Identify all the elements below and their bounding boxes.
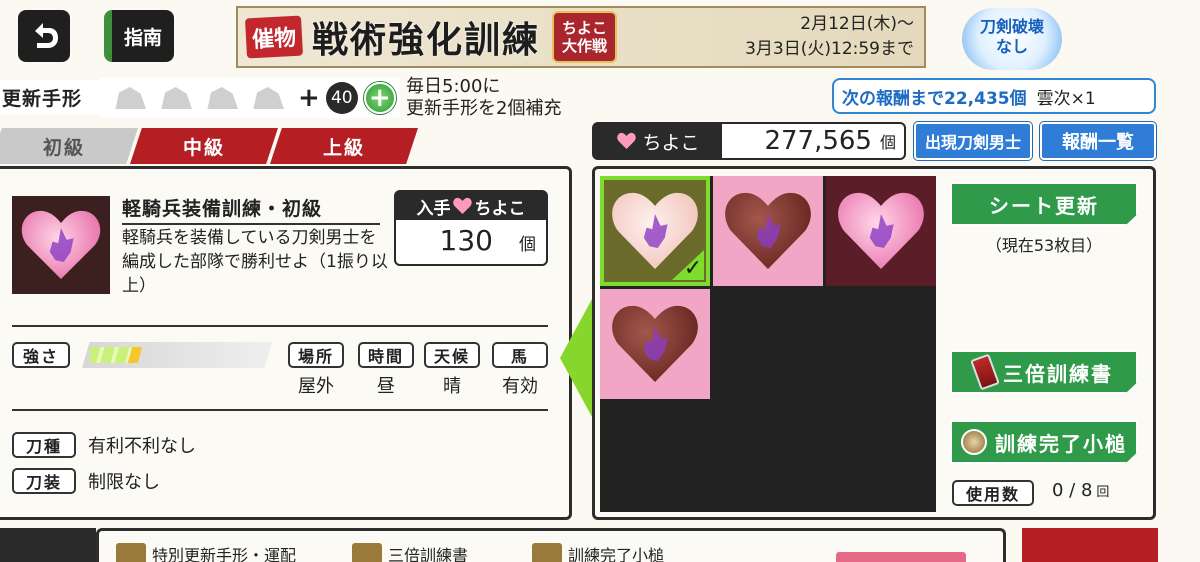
next-reward-item: 雲次×1 [1036, 88, 1096, 109]
hammer-icon [961, 429, 987, 455]
divider [12, 409, 548, 411]
scroll-icon [970, 353, 1000, 391]
usage-count: 0 / 8回 [1052, 480, 1110, 501]
chocolate-heart-icon [611, 304, 699, 384]
completion-hammer-button[interactable]: 訓練完了小槌 [950, 420, 1138, 464]
next-reward-info: 次の報酬まで22,435個 雲次×1 [832, 78, 1156, 114]
sword-type-value: 有利不利なし [88, 436, 196, 457]
sheet-count-note: （現在53枚目） [985, 236, 1103, 255]
flame-icon [754, 214, 782, 248]
strength-tag: 強さ [12, 342, 70, 368]
bottom-item-hammer[interactable]: 訓練完了小槌 [532, 542, 664, 562]
equipment-tag: 刀装 [12, 468, 76, 494]
banner-tag: 催物 [244, 15, 304, 59]
tab-advanced[interactable]: 上級 [270, 128, 418, 164]
guide-button[interactable]: 指南 [104, 10, 174, 62]
sheet-cell-2[interactable] [713, 176, 823, 286]
ticket-icon [161, 87, 192, 109]
scroll-item-icon [352, 543, 382, 562]
condition-horse-tag: 馬 [492, 342, 548, 368]
banner-subtitle: ちよこ 大作戦 [552, 11, 618, 63]
divider [12, 325, 548, 327]
renewal-note: 毎日5:00に 更新手形を2個補充 [406, 76, 562, 119]
mission-icon [12, 196, 110, 294]
check-icon: ✓ [672, 250, 704, 280]
condition-time-tag: 時間 [358, 342, 414, 368]
chocolate-counter: ちよこ 277,565 個 [592, 122, 906, 160]
pink-heart-icon [837, 191, 925, 271]
usage-tag: 使用数 [952, 480, 1034, 506]
flame-icon [641, 327, 669, 361]
mission-description: 軽騎兵を装備している刀剣男士を編成した部隊で勝利せよ（1振り以上） [122, 228, 388, 296]
sheet-cell-4[interactable] [600, 289, 710, 399]
light-heart-icon [611, 191, 699, 271]
reward-header: 入手 ちよこ [396, 192, 546, 220]
hammer-item-icon [532, 543, 562, 562]
sheet-cell-1[interactable]: ✓ [600, 176, 710, 286]
mission-sheet-grid: ✓ [600, 176, 936, 512]
banner-dates: 2月12日(木)～ 3月3日(火)12:59まで [745, 14, 914, 59]
mission-reward-box: 入手 ちよこ 130 個 [394, 190, 548, 266]
event-banner[interactable]: 催物 戦術強化訓練 ちよこ 大作戦 2月12日(木)～ 3月3日(火)12:59… [236, 6, 926, 68]
sheet-refresh-button[interactable]: シート更新 [950, 182, 1138, 226]
ticket-item-icon [116, 543, 146, 562]
strength-bar [82, 342, 272, 368]
chocolate-amount: 277,565 [764, 126, 872, 156]
tab-beginner[interactable]: 初級 [0, 128, 138, 164]
next-reward-text: 次の報酬まで22,435個 [842, 88, 1027, 109]
bottom-item-triple-book[interactable]: 三倍訓練書 [352, 542, 468, 562]
condition-location-tag: 場所 [288, 342, 344, 368]
ticket-count: 40 [325, 82, 358, 114]
renewal-ticket-label: 更新手形 [0, 80, 100, 114]
sheet-cell-3[interactable] [826, 176, 936, 286]
add-ticket-button[interactable]: + [363, 82, 396, 114]
bottom-red-button[interactable] [1022, 528, 1158, 562]
plus-icon: + [298, 83, 320, 113]
flame-icon [47, 228, 75, 262]
appearing-blades-button[interactable]: 出現刀剣男士 [914, 122, 1032, 160]
heart-icon [453, 197, 473, 215]
condition-horse-value: 有効 [502, 376, 538, 397]
condition-time-value: 昼 [377, 376, 395, 397]
condition-weather-tag: 天候 [424, 342, 480, 368]
blade-break-badge: 刀剣破壊 なし [962, 8, 1062, 70]
mission-title: 軽騎兵装備訓練・初級 [122, 194, 380, 225]
ticket-icon [115, 87, 146, 109]
bottom-left-panel [0, 528, 96, 562]
condition-location-value: 屋外 [298, 376, 334, 397]
pink-heart-icon [21, 209, 101, 281]
reward-unit: 個 [519, 235, 536, 255]
reward-amount: 130 [439, 224, 493, 257]
back-button[interactable] [18, 10, 70, 62]
flame-icon [867, 214, 895, 248]
tab-intermediate[interactable]: 中級 [130, 128, 278, 164]
chocolate-label: ちよこ [594, 124, 722, 158]
condition-weather-value: 晴 [443, 376, 461, 397]
flame-icon [641, 214, 669, 248]
bottom-item-special-ticket[interactable]: 特別更新手形・運配 [116, 542, 296, 562]
sword-type-tag: 刀種 [12, 432, 76, 458]
banner-title: 戦術強化訓練 [312, 20, 541, 61]
reward-list-button[interactable]: 報酬一覧 [1040, 122, 1156, 160]
triple-book-button[interactable]: 三倍訓練書 [950, 350, 1138, 394]
back-arrow-icon [35, 23, 58, 48]
chocolate-unit: 個 [879, 133, 896, 152]
ticket-icon [207, 87, 238, 109]
heart-icon [616, 132, 636, 150]
renewal-ticket-row: + 40 + [100, 78, 400, 118]
equipment-value: 制限なし [88, 472, 160, 493]
ticket-icon [253, 87, 284, 109]
chocolate-heart-icon [724, 191, 812, 271]
bottom-pink-button[interactable] [836, 552, 966, 562]
